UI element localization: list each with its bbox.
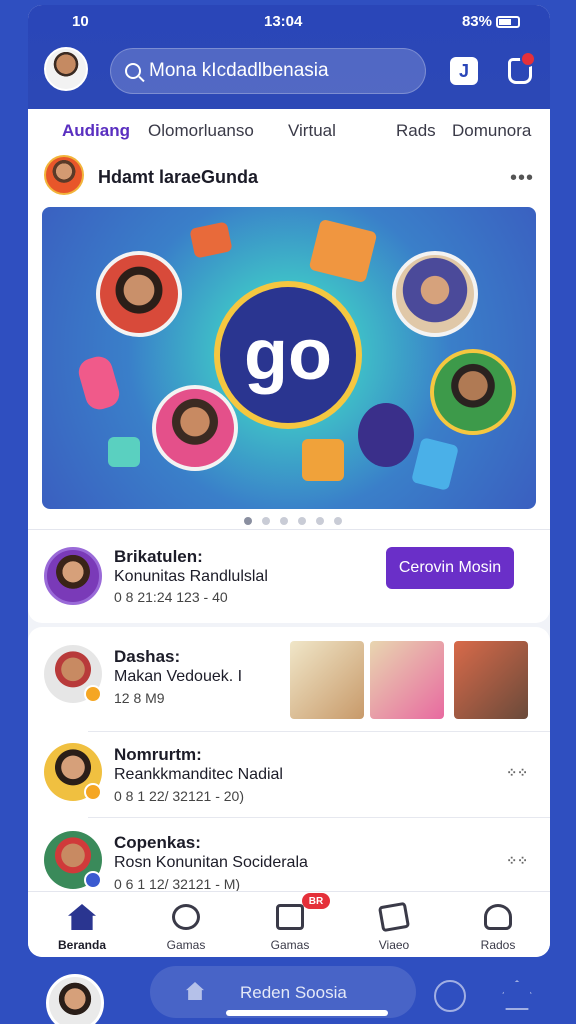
featured-post-card: Hdamt laraeGunda ••• go Brikatulen: Konu…	[28, 145, 550, 623]
community-subtitle: Konunitas Randlulslal	[114, 568, 268, 585]
member-photo-3	[152, 385, 238, 471]
member-photo-1	[96, 251, 182, 337]
carousel-dot[interactable]	[334, 517, 342, 525]
battery-icon	[496, 15, 520, 28]
member-photo-2	[392, 251, 478, 337]
post-author-avatar[interactable]	[44, 155, 84, 195]
nav-beranda[interactable]: Beranda	[30, 892, 134, 957]
community-timestamp: 0 8 21:24 123 - 40	[114, 589, 228, 605]
join-button[interactable]: Cerovin Mosin	[386, 547, 514, 589]
list-item-timestamp: 12 8 M9	[114, 690, 165, 706]
search-text: Mona kIcdadlbenasia	[149, 60, 329, 81]
community-banner-image[interactable]: go	[42, 207, 536, 509]
music-app-decoration	[358, 403, 414, 467]
carousel-indicator	[244, 517, 342, 525]
status-bar: 10 13:04 83%	[28, 5, 550, 39]
game-icon	[276, 904, 304, 930]
battery-indicator: 83%	[462, 13, 520, 30]
top-app-bar: 10 13:04 83% Mona kIcdadlbenasia J	[28, 5, 550, 109]
carousel-dot[interactable]	[316, 517, 324, 525]
app-screen: 10 13:04 83% Mona kIcdadlbenasia J Audia…	[28, 5, 550, 957]
clock: 13:04	[264, 13, 303, 30]
bottom-navigation: Beranda Gamas Gamas Viaeo Rados	[28, 891, 550, 957]
carousel-dot[interactable]	[262, 517, 270, 525]
compass-icon	[172, 904, 200, 930]
featured-community-row[interactable]: Brikatulen: Konunitas Randlulslal 0 8 21…	[44, 547, 534, 611]
carousel-dot[interactable]	[244, 517, 252, 525]
drum-decoration	[189, 221, 233, 259]
photo-thumbnail[interactable]	[370, 641, 444, 719]
nav-label: Rados	[480, 938, 516, 952]
notification-dot	[520, 51, 536, 67]
list-item-name: Dashas:	[114, 647, 181, 666]
clock-icon[interactable]	[434, 980, 466, 1012]
more-options-icon[interactable]: •••	[510, 167, 534, 190]
tab-olomorluanso[interactable]: Olomorluanso	[148, 121, 254, 141]
gift-decoration	[108, 437, 140, 467]
community-name: Brikatulen:	[114, 547, 203, 566]
tab-domunora[interactable]: Domunora	[452, 121, 531, 141]
verified-badge-icon	[84, 685, 102, 703]
video-icon	[377, 901, 411, 933]
music-icon: J	[458, 60, 469, 81]
app-logo: go	[214, 281, 362, 429]
list-item[interactable]: Copenkas: Rosn Konunitan Sociderala 0 6 …	[44, 831, 534, 895]
post-title: Hdamt laraeGunda	[98, 167, 259, 187]
nav-label: Gamas	[166, 938, 206, 952]
divider	[88, 731, 550, 732]
carousel-dot[interactable]	[298, 517, 306, 525]
home-outline-icon[interactable]	[502, 980, 532, 1010]
bottom-pill-label: Reden Soosia	[240, 983, 347, 1002]
user-avatar[interactable]	[44, 47, 88, 91]
post-header: Hdamt laraeGunda •••	[44, 153, 534, 199]
verified-badge-icon	[84, 783, 102, 801]
nav-label: Beranda	[57, 938, 107, 952]
list-item-timestamp: 0 6 1 12/ 32121 - M)	[114, 876, 241, 892]
guitar-decoration	[75, 353, 123, 413]
list-item-subtitle: Rosn Konunitan Sociderala	[114, 854, 308, 871]
board-game-decoration	[302, 439, 344, 481]
signal-indicator: 10	[72, 13, 89, 30]
community-avatar	[44, 547, 102, 605]
member-photo-4	[430, 349, 516, 435]
battery-percent: 83%	[461, 13, 492, 30]
list-item-name: Copenkas:	[114, 833, 201, 852]
carousel-dot[interactable]	[280, 517, 288, 525]
activity-list-card: Dashas: Makan Vedouek. I 12 8 M9 Nomrurt…	[28, 627, 550, 897]
home-indicator	[226, 1010, 388, 1016]
list-item-timestamp: 0 8 1 22/ 32121 - 20)	[114, 788, 244, 804]
list-item[interactable]: Nomrurtm: Reankkmanditec Nadial 0 8 1 22…	[44, 743, 534, 807]
tab-rads[interactable]: Rads	[396, 121, 436, 141]
photo-thumbnail[interactable]	[454, 641, 528, 719]
nav-profile[interactable]: Rados	[446, 892, 550, 957]
home-icon	[68, 904, 96, 930]
category-tabs: Audiang Olomorluanso Virtual Rads Domuno…	[28, 109, 550, 149]
nav-label: Viaeo	[378, 938, 410, 952]
more-icon[interactable]: ⁘⁘	[506, 853, 528, 869]
more-icon[interactable]: ⁘⁘	[506, 765, 528, 781]
bottom-user-avatar[interactable]	[46, 974, 104, 1024]
music-button[interactable]: J	[450, 57, 478, 85]
list-item-subtitle: Reankkmanditec Nadial	[114, 766, 283, 783]
list-item-name: Nomrurtm:	[114, 745, 202, 764]
document-decoration	[411, 437, 459, 491]
app-logo-text: go	[244, 315, 332, 395]
nav-label: Gamas	[270, 938, 310, 952]
search-bar[interactable]: Mona kIcdadlbenasia	[110, 48, 426, 94]
tab-virtual[interactable]: Virtual	[288, 121, 336, 141]
search-icon	[125, 63, 141, 79]
divider	[88, 817, 550, 818]
verified-badge-icon	[84, 871, 102, 889]
divider	[28, 529, 550, 530]
photo-thumbnail[interactable]	[290, 641, 364, 719]
profile-icon	[484, 904, 512, 930]
speaker-decoration	[308, 218, 378, 284]
nav-notification-badge: BR	[302, 893, 330, 909]
tab-audiang[interactable]: Audiang	[62, 121, 130, 141]
nav-video[interactable]: Viaeo	[342, 892, 446, 957]
nav-gamas[interactable]: Gamas	[134, 892, 238, 957]
list-item-subtitle: Makan Vedouek. I	[114, 668, 243, 685]
